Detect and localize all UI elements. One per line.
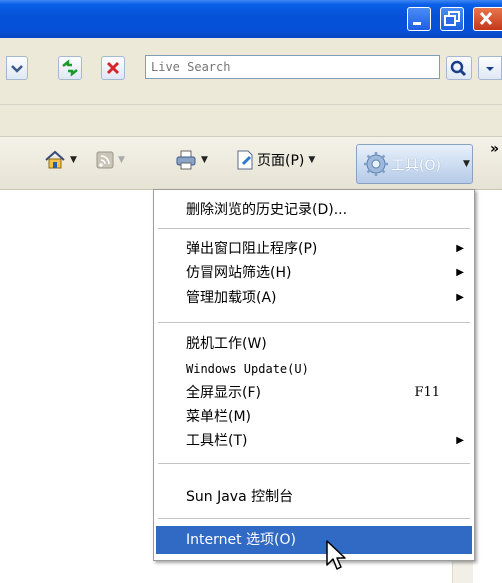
tools-menu-button[interactable]: 工具(O) ▼: [356, 144, 473, 184]
chevron-down-icon[interactable]: ▼: [201, 155, 208, 165]
home-icon: [45, 150, 65, 169]
restore-icon: [444, 11, 460, 26]
feeds-icon: [96, 151, 114, 169]
stop-icon: [106, 61, 120, 75]
menu-item-label: 删除浏览的历史记录(D)...: [186, 202, 348, 218]
links-bar: [0, 105, 502, 137]
submenu-arrow-icon: ▶: [456, 292, 464, 303]
refresh-icon: [62, 59, 78, 77]
stop-button[interactable]: [101, 56, 125, 80]
menu-item-label: 弹出窗口阻止程序(P): [186, 241, 318, 257]
restore-button[interactable]: [440, 7, 464, 31]
minimize-icon: [413, 22, 421, 25]
close-button[interactable]: [473, 7, 502, 31]
menu-separator: [158, 322, 470, 323]
menu-item-label: 全屏显示(F): [186, 385, 261, 401]
menu-item-shortcut: F11: [414, 385, 440, 400]
address-bar: [0, 38, 502, 105]
address-dropdown-button[interactable]: [6, 56, 28, 80]
menu-item-full-screen[interactable]: 全屏显示(F) F11: [154, 381, 474, 405]
chevron-down-icon: [486, 67, 494, 71]
print-button[interactable]: ▼: [175, 149, 208, 171]
menu-item-label: 管理加载项(A): [186, 290, 277, 306]
overflow-chevron[interactable]: »: [490, 141, 499, 157]
menu-separator: [158, 463, 470, 464]
menu-item-label: 仿冒网站筛选(H): [186, 265, 292, 281]
feeds-button[interactable]: ▼: [96, 151, 125, 169]
menu-item-label: 工具栏(T): [186, 433, 248, 449]
close-icon: [479, 11, 493, 26]
page-menu-label: 页面(P): [257, 153, 305, 169]
menu-item-phishing-filter[interactable]: 仿冒网站筛选(H) ▶: [154, 261, 474, 285]
submenu-arrow-icon: ▶: [456, 243, 464, 254]
menu-item-popup-blocker[interactable]: 弹出窗口阻止程序(P) ▶: [154, 237, 474, 261]
menu-item-toolbars[interactable]: 工具栏(T) ▶: [154, 429, 474, 453]
chevron-down-icon[interactable]: ▼: [70, 155, 77, 165]
chevron-down-icon[interactable]: ▼: [308, 155, 315, 165]
chevron-down-icon[interactable]: ▼: [118, 155, 125, 165]
menu-item-work-offline[interactable]: 脱机工作(W): [154, 332, 474, 356]
print-icon: [176, 150, 196, 170]
menu-item-label: 脱机工作(W): [186, 336, 267, 352]
menu-item-internet-options[interactable]: Internet 选项(O): [156, 526, 472, 554]
tools-dropdown-menu: 删除浏览的历史记录(D)... 弹出窗口阻止程序(P) ▶ 仿冒网站筛选(H) …: [153, 189, 475, 561]
menu-item-menu-bar[interactable]: 菜单栏(M): [154, 405, 474, 429]
menu-item-label: Sun Java 控制台: [186, 489, 294, 505]
submenu-arrow-icon: ▶: [456, 267, 464, 278]
menu-item-label: 菜单栏(M): [186, 409, 252, 425]
minimize-button[interactable]: [407, 7, 431, 31]
page-menu-button[interactable]: 页面(P) ▼: [235, 150, 315, 170]
search-button[interactable]: [446, 56, 472, 80]
chevron-down-icon: [11, 65, 23, 73]
menu-item-label: Internet 选项(O): [186, 532, 296, 548]
page-icon: [237, 150, 253, 170]
menu-item-delete-history[interactable]: 删除浏览的历史记录(D)...: [154, 198, 474, 222]
refresh-button[interactable]: [58, 56, 82, 80]
command-bar: ▼ ▼ ▼ 页面(P) ▼ 工具(O) ▼ »: [0, 137, 502, 190]
submenu-arrow-icon: ▶: [456, 435, 464, 446]
menu-item-windows-update[interactable]: Windows Update(U): [154, 357, 474, 381]
chevron-down-icon: ▼: [463, 159, 470, 169]
gear-icon: [364, 152, 388, 176]
search-input[interactable]: [145, 55, 440, 79]
menu-item-manage-addons[interactable]: 管理加载项(A) ▶: [154, 286, 474, 310]
home-button[interactable]: ▼: [44, 149, 77, 171]
menu-item-java-console[interactable]: Sun Java 控制台: [154, 485, 474, 509]
search-icon: [450, 60, 467, 77]
menu-separator: [158, 518, 470, 519]
tools-menu-label: 工具(O): [391, 158, 441, 174]
title-bar: [0, 0, 502, 38]
menu-separator: [158, 228, 470, 229]
search-options-button[interactable]: [478, 56, 502, 80]
menu-item-label: Windows Update(U): [186, 362, 309, 376]
cursor-icon: [326, 540, 346, 570]
